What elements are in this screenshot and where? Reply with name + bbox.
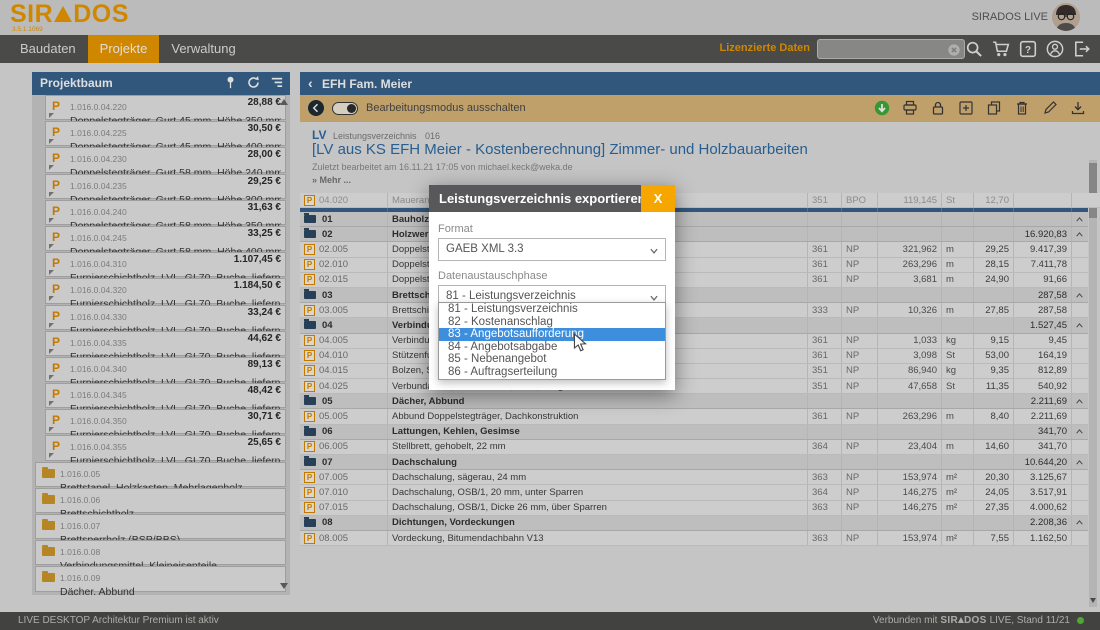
chevron-down-icon: [649, 246, 659, 256]
phase-label: Datenaustauschphase: [438, 270, 666, 282]
dialog-close-button[interactable]: X: [641, 185, 675, 212]
phase-dropdown-list: 81 - Leistungsverzeichnis82 - Kostenansc…: [438, 302, 666, 380]
phase-option-84[interactable]: 84 - Angebotsabgabe: [439, 341, 665, 354]
dialog-title: Leistungsverzeichnis exportieren: [429, 185, 675, 212]
phase-option-81[interactable]: 81 - Leistungsverzeichnis: [439, 303, 665, 316]
phase-option-82[interactable]: 82 - Kostenanschlag: [439, 316, 665, 329]
export-dialog: Leistungsverzeichnis exportieren X Forma…: [429, 185, 675, 390]
format-select[interactable]: GAEB XML 3.3: [438, 238, 666, 261]
format-label: Format: [438, 223, 666, 235]
phase-option-86[interactable]: 86 - Auftragserteilung: [439, 366, 665, 379]
phase-option-83[interactable]: 83 - Angebotsaufforderung: [439, 328, 665, 341]
app-window: SIRDOS 3.5.1.1069 SIRADOS LIVE Baudaten …: [0, 0, 1100, 630]
phase-option-85[interactable]: 85 - Nebenangebot: [439, 353, 665, 366]
